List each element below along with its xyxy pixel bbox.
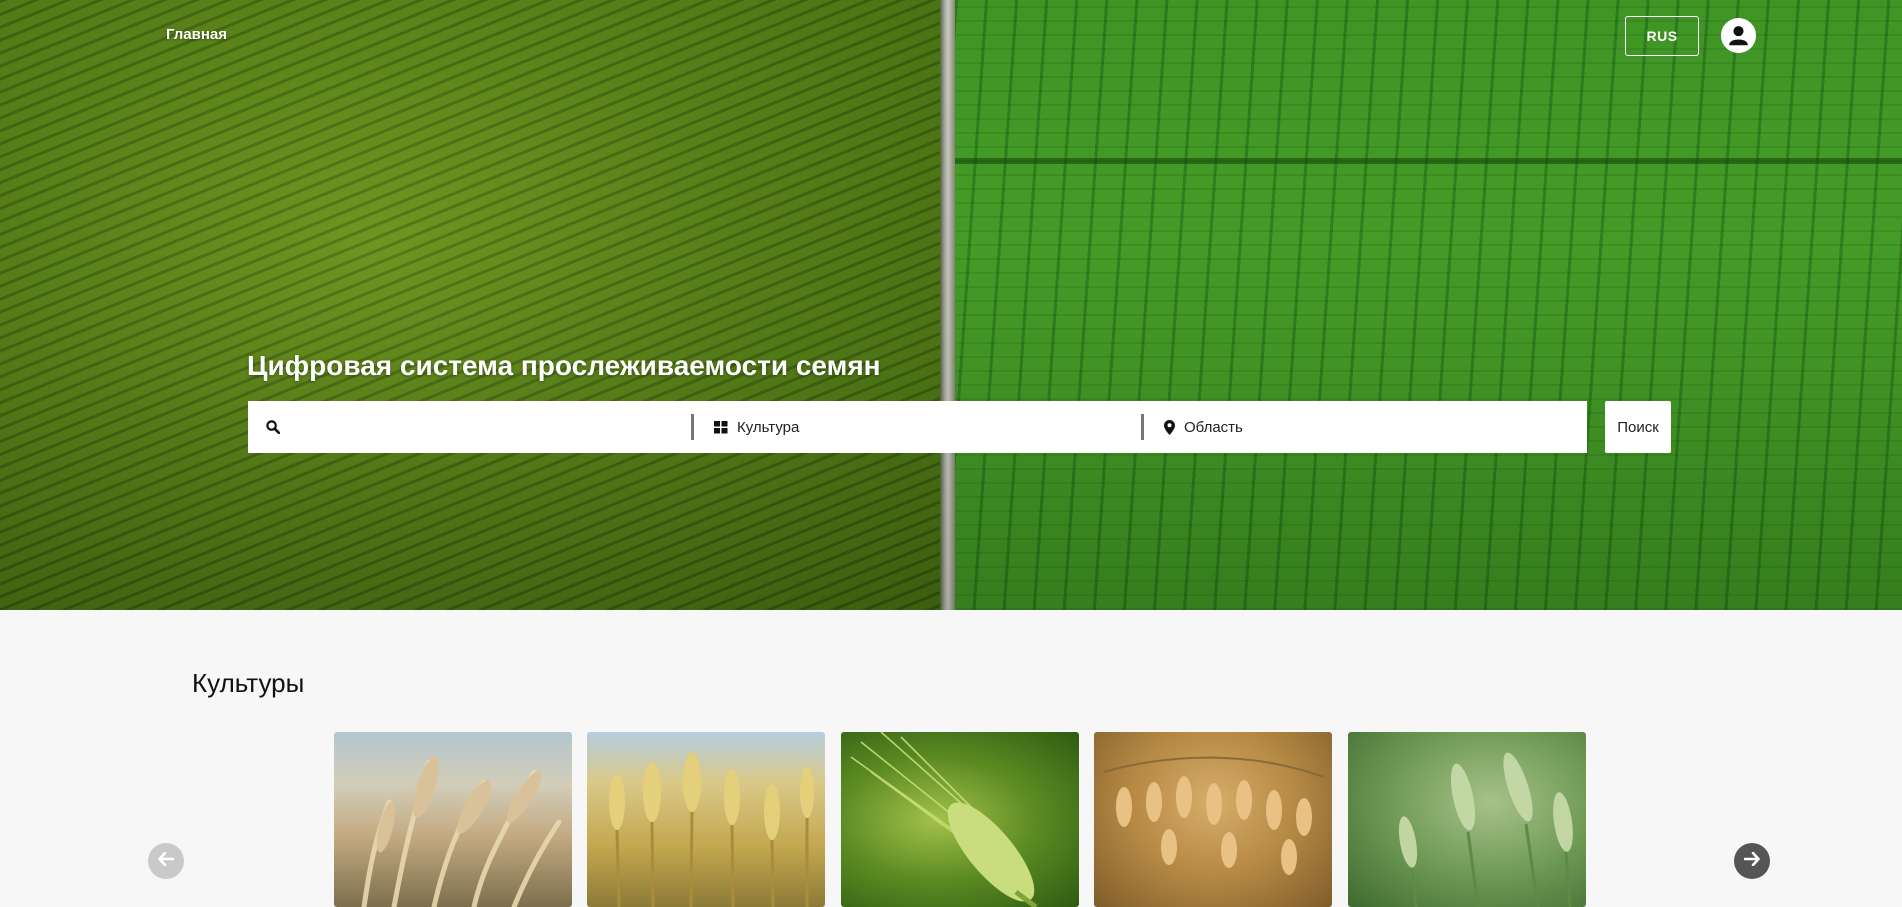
region-select-label: Область xyxy=(1183,418,1243,436)
region-select[interactable]: Область xyxy=(1144,401,1587,453)
search-query-field xyxy=(248,401,691,453)
culture-card[interactable] xyxy=(841,732,1079,907)
culture-select-label: Культура xyxy=(737,418,800,436)
nav-home-link[interactable]: Главная xyxy=(166,26,227,43)
culture-card[interactable] xyxy=(334,732,572,907)
green-wheat-ear-photo xyxy=(850,732,1038,907)
culture-card[interactable] xyxy=(1094,732,1332,907)
carousel-prev-button[interactable] xyxy=(148,843,184,879)
search-button[interactable]: Поиск xyxy=(1605,401,1671,453)
green-wheat-field-photo xyxy=(1398,752,1573,907)
hero-title: Цифровая система прослеживаемости семян xyxy=(247,350,881,381)
culture-card[interactable] xyxy=(587,732,825,907)
cultures-section-title: Культуры xyxy=(192,668,305,698)
arrow-right-icon xyxy=(1743,851,1760,871)
grid-icon xyxy=(714,420,728,434)
location-pin-icon xyxy=(1163,419,1175,435)
culture-card[interactable] xyxy=(1348,732,1586,907)
hero-overlay xyxy=(0,0,1902,610)
arrow-left-icon xyxy=(158,851,175,871)
wheat-photo xyxy=(609,752,814,907)
culture-select[interactable]: Культура xyxy=(694,401,1141,453)
search-bar: Культура Область xyxy=(248,401,1587,453)
carousel-next-button[interactable] xyxy=(1734,843,1770,879)
hero-banner xyxy=(0,0,1902,610)
user-avatar-icon[interactable] xyxy=(1721,18,1756,53)
search-icon xyxy=(266,420,280,434)
oats-photo xyxy=(1103,756,1325,875)
barley-photo xyxy=(361,756,562,907)
language-button[interactable]: RUS xyxy=(1625,16,1699,56)
search-input[interactable] xyxy=(292,407,672,447)
